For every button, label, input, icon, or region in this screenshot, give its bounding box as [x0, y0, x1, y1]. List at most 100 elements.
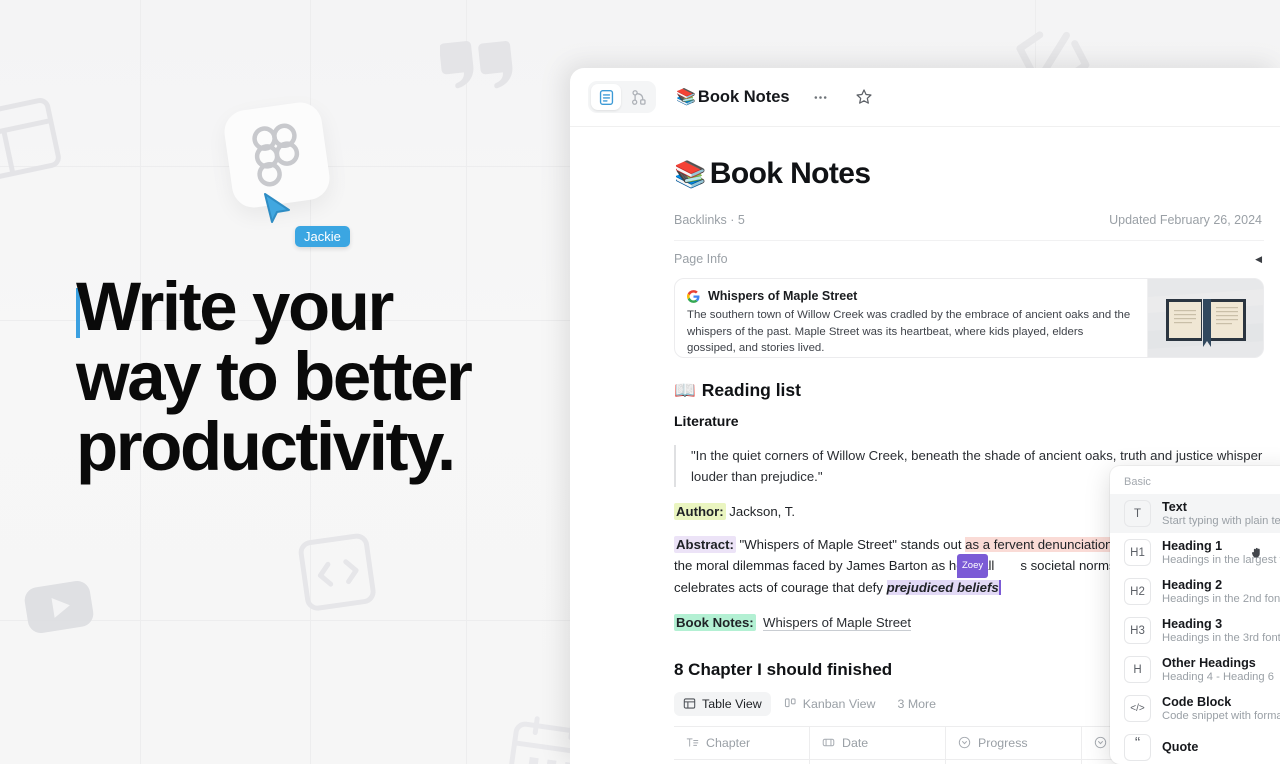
page-meta: Backlinks · 5 Updated February 26, 2024: [674, 213, 1264, 241]
collapse-arrow-icon[interactable]: ◀: [1255, 254, 1262, 265]
menu-item-title: Heading 2: [1162, 578, 1223, 592]
book-notes-label: Book Notes:: [674, 614, 756, 631]
menu-item-title: Heading 3: [1162, 617, 1223, 631]
abstract-label: Abstract:: [674, 535, 736, 553]
page-title[interactable]: 📚 Book Notes: [674, 157, 1264, 191]
menu-item-text[interactable]: T Text Start typing with plain text.: [1110, 494, 1280, 558]
page-headline: Write your way to better productivity.: [76, 272, 546, 482]
link-card-description: The southern town of Willow Creek was cr…: [687, 309, 1131, 354]
text-icon: T: [1124, 500, 1151, 527]
quote-mark-icon: [439, 38, 514, 95]
column-header-chapter[interactable]: Chapter: [674, 726, 810, 759]
link-preview-card[interactable]: Whispers of Maple Street The southern to…: [674, 278, 1264, 358]
link-card-title: Whispers of Maple Street: [708, 289, 858, 303]
headline-line-1: Write your: [76, 268, 394, 345]
author-value: Jackson, T.: [725, 504, 795, 519]
column-header-progress[interactable]: Progress: [946, 726, 1082, 759]
select-type-icon: [958, 736, 971, 749]
quote-icon-glyph: “: [1134, 735, 1141, 752]
book-notes-value[interactable]: Whispers of Maple Street: [763, 615, 912, 631]
view-tab-table[interactable]: Table View: [674, 691, 771, 716]
menu-item-desc: Headings in the 2nd font siz: [1162, 593, 1280, 605]
breadcrumb-title[interactable]: 📚 Book Notes: [676, 87, 790, 107]
view-tab-table-label: Table View: [702, 696, 762, 711]
menu-item-desc: Code snippet with formattin: [1162, 710, 1280, 722]
tab-document-view[interactable]: [591, 84, 621, 110]
cell-chapter[interactable]: CHAPTER 1: [674, 759, 810, 764]
view-tab-kanban[interactable]: Kanban View: [775, 692, 885, 716]
hand-icon: [1252, 547, 1260, 558]
heading-1-icon: H1: [1124, 539, 1151, 566]
document-icon: [599, 89, 613, 105]
collaborator-label-jackie: Jackie: [295, 226, 350, 247]
open-book-photo: [1148, 279, 1263, 357]
menu-item-heading-2[interactable]: H2 Heading 2 Headings in the 2nd font si…: [1110, 572, 1280, 611]
favorite-button[interactable]: [855, 88, 873, 106]
abstract-text-1: "Whispers of Maple Street" stands out: [735, 536, 966, 552]
more-options-button[interactable]: [812, 89, 829, 106]
section-heading-text: Reading list: [701, 380, 801, 400]
link-card-content: Whispers of Maple Street The southern to…: [675, 279, 1147, 357]
heading-3-icon-glyph: H3: [1130, 624, 1145, 637]
heading-1-icon-glyph: H1: [1130, 546, 1145, 559]
menu-item-code-block[interactable]: </> Code Block Code snippet with formatt…: [1110, 689, 1280, 728]
menu-item-desc: Heading 4 - Heading 6: [1162, 671, 1274, 683]
collaborator-cursor-jackie: [262, 192, 292, 229]
code-block-icon-glyph: </>: [1130, 703, 1145, 714]
updated-date: Updated February 26, 2024: [1109, 213, 1262, 227]
subsection-heading: Literature: [674, 413, 739, 429]
date-type-icon: [822, 738, 835, 747]
heading-3-icon: H3: [1124, 617, 1151, 644]
cell-progress[interactable]: 100: [946, 759, 1082, 764]
abstract-selection-zoey: prejudiced beliefs: [886, 579, 999, 595]
tab-graph-view[interactable]: [623, 84, 653, 110]
text-type-icon: [686, 738, 699, 747]
code-block-icon: [120, 533, 376, 643]
collaborator-tag-zoey: Zoey: [957, 553, 989, 578]
ellipsis-icon: [814, 95, 827, 99]
menu-item-quote[interactable]: “ Quote: [1110, 728, 1280, 764]
cell-date[interactable]: 2021/05/07: [810, 759, 946, 764]
column-header-date-label: Date: [842, 735, 869, 750]
menu-item-title: Quote: [1162, 740, 1199, 754]
abstract-line-2a: the moral dilemmas faced by James Barton…: [674, 558, 995, 573]
view-tab-more-label: 3 More: [897, 696, 937, 711]
caret-zoey: [998, 579, 1001, 595]
table-icon: [683, 698, 696, 709]
view-tab-kanban-label: Kanban View: [802, 696, 876, 711]
google-icon: [687, 289, 700, 303]
section-heading: 📖 Reading list: [674, 380, 1264, 401]
menu-item-title: Code Block: [1162, 695, 1232, 709]
screen: Jackie Write your way to better producti…: [0, 0, 1280, 764]
menu-item-heading-3[interactable]: H3 Heading 3 Headings in the 3rd font si…: [1110, 611, 1280, 650]
backlinks-count[interactable]: Backlinks · 5: [674, 213, 745, 227]
menu-item-text-labels: Text Start typing with plain text.: [1162, 500, 1280, 527]
menu-item-desc: Start typing with plain text.: [1162, 515, 1280, 527]
menu-group-label: Basic: [1124, 476, 1151, 488]
page-info-row[interactable]: Page Info ◀: [674, 241, 1264, 278]
column-header-date[interactable]: Date: [810, 726, 946, 759]
slash-command-menu[interactable]: Basic T Text Start typing with plain tex…: [1110, 466, 1280, 764]
book-emoji-icon: 📖: [674, 380, 696, 400]
column-header-progress-label: Progress: [978, 735, 1028, 750]
quote-icon: “: [1124, 734, 1151, 761]
select-type-icon: [1094, 736, 1107, 749]
abstract-line-3a: celebrates acts of courage that defy: [674, 579, 887, 595]
menu-item-other-headings[interactable]: H Other Headings Heading 4 - Heading 6: [1110, 650, 1280, 689]
editor-header: 📚 Book Notes: [570, 68, 1280, 127]
page-info-label: Page Info: [674, 252, 728, 266]
youtube-icon: [24, 580, 94, 639]
books-emoji-icon: 📚: [676, 89, 696, 106]
menu-item-title: Text: [1162, 500, 1187, 514]
menu-item-code-block-labels: Code Block Code snippet with formattin: [1162, 695, 1280, 722]
link-card-header: Whispers of Maple Street: [687, 289, 1135, 303]
abstract-selection-chris: as a fervent denunciation of: [965, 536, 1128, 552]
heading-2-icon-glyph: H2: [1130, 585, 1145, 598]
figma-logo-icon: [252, 123, 300, 187]
books-emoji-icon: 📚: [674, 158, 706, 189]
headline-line-3: productivity.: [76, 408, 456, 485]
view-tab-more[interactable]: 3 More: [889, 692, 946, 716]
view-toggle: [588, 81, 656, 113]
breadcrumb-title-text: Book Notes: [697, 87, 790, 106]
heading-2-icon: H2: [1124, 578, 1151, 605]
